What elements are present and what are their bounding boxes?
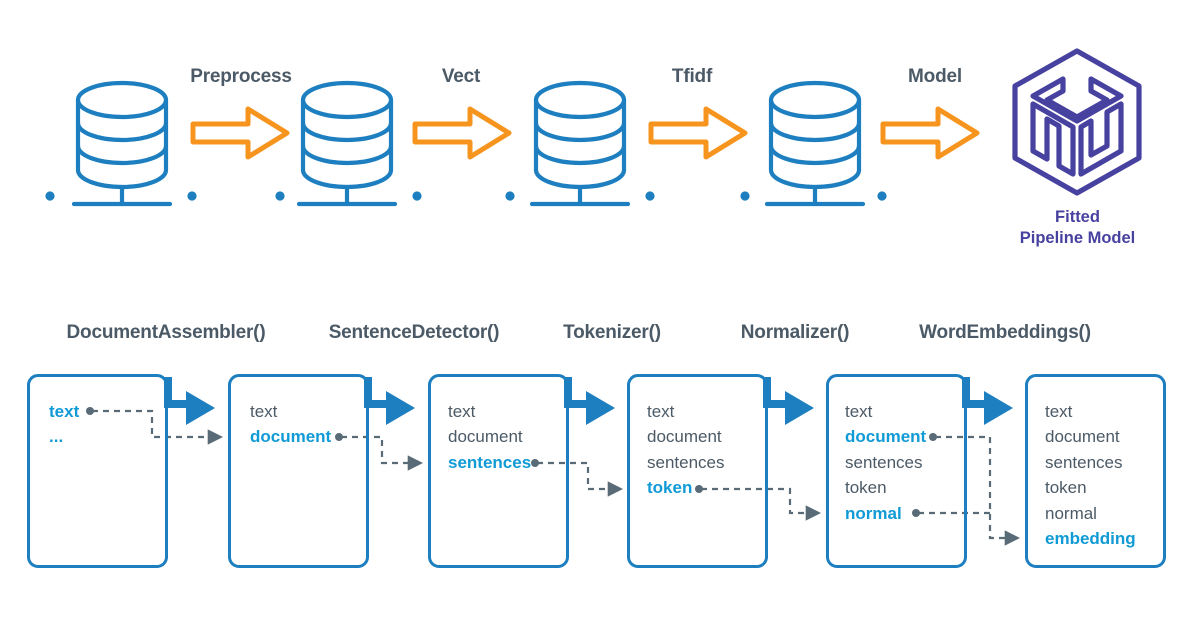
orange-arrow-icon [883, 109, 977, 157]
orange-arrow-icon [193, 109, 287, 157]
stage-label-preprocess: Preprocess [190, 66, 292, 87]
column-name: document [845, 427, 927, 447]
stage-label-tfidf: Tfidf [671, 66, 713, 87]
column-list-sentencedetector: text document [250, 399, 331, 450]
database-icon [767, 83, 863, 204]
column-name: text [448, 402, 476, 421]
column-name: normal [1045, 503, 1097, 523]
column-name: token [647, 478, 693, 498]
annotator-label-wordembeddings: WordEmbeddings() [919, 322, 1091, 343]
diagram-canvas [45, 0, 1200, 546]
column-name: embedding [1045, 528, 1136, 548]
stage-label-model: Model [908, 66, 962, 87]
database-icon [532, 83, 628, 204]
base-dots [45, 191, 887, 201]
column-list-wordembeddings: text document sentences token normal [845, 399, 926, 526]
column-name: document [1045, 427, 1120, 447]
column-name: document [250, 427, 332, 447]
ml-cube-logo [1015, 51, 1139, 193]
column-name: sentences [845, 452, 923, 472]
column-name: document [647, 427, 722, 447]
column-name: text [250, 402, 278, 421]
orange-arrow-icon [415, 109, 509, 157]
column-name: normal [845, 503, 902, 523]
database-icon [74, 83, 170, 204]
stage-label-vect: Vect [441, 66, 481, 87]
column-name: token [1045, 478, 1087, 498]
annotator-label-sentencedetector: SentenceDetector() [328, 322, 500, 343]
column-name: sentences [448, 452, 532, 472]
annotator-label-documentassembler: DocumentAssembler() [66, 322, 266, 343]
column-name: text [845, 402, 873, 421]
annotator-label-normalizer: Normalizer() [740, 322, 850, 343]
column-name: ... [49, 427, 64, 447]
database-icon [299, 83, 395, 204]
column-name: text [49, 402, 80, 421]
annotator-label-tokenizer: Tokenizer() [563, 322, 661, 343]
column-name: sentences [1045, 452, 1123, 472]
column-name: token [845, 478, 887, 498]
column-name: document [448, 427, 523, 447]
column-list-documentassembler: text... [49, 399, 79, 450]
column-name: text [1045, 402, 1073, 421]
column-list-tokenizer: text document sentences [448, 399, 531, 475]
fitted-pipeline-model-caption: Fitted Pipeline Model [1019, 208, 1136, 247]
column-name: text [647, 402, 675, 421]
orange-arrow-icon [651, 109, 745, 157]
column-name: sentences [647, 452, 725, 472]
column-list-normalizer: text document sentences token [647, 399, 725, 501]
column-list-output: text document sentences token normal embeddin… [1045, 399, 1136, 551]
